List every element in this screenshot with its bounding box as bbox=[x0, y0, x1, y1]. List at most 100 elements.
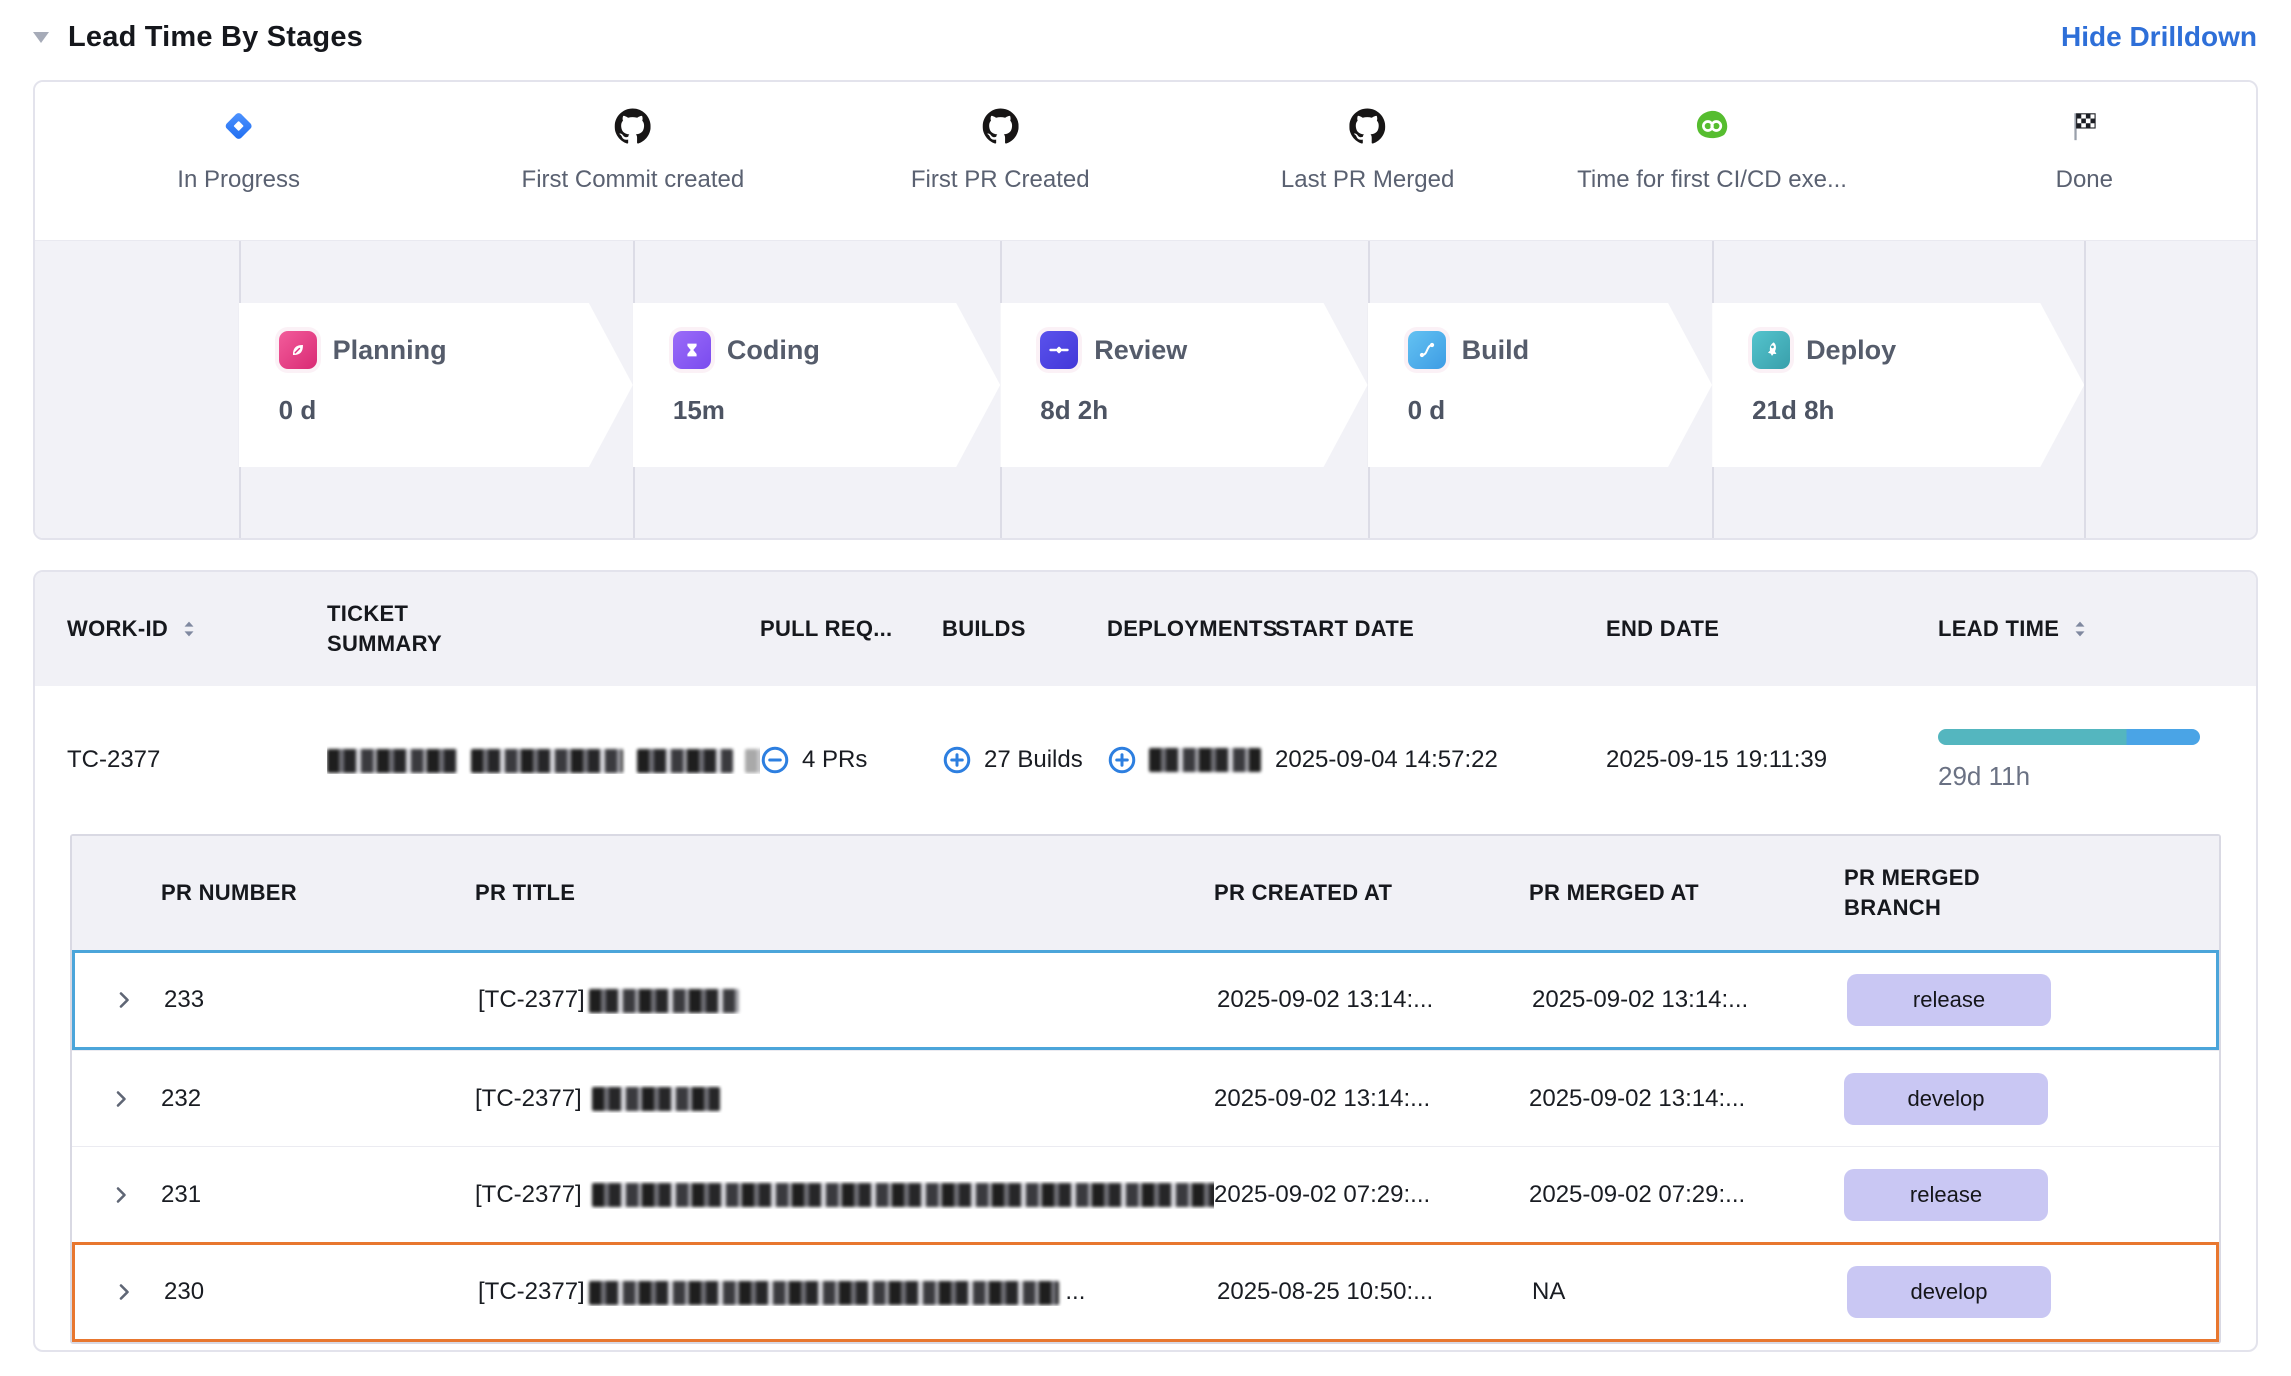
branch-badge: develop bbox=[1847, 1266, 2051, 1318]
stage-duration: 15m bbox=[673, 395, 1000, 426]
col-header-work-id[interactable]: WORK-ID bbox=[67, 616, 327, 642]
col-header-lead-time[interactable]: LEAD TIME bbox=[1938, 616, 2256, 642]
stage-card-deploy: Deploy 21d 8h bbox=[1712, 303, 2084, 467]
col-header-pr-title: PR TITLE bbox=[475, 880, 1214, 906]
pr-row-232[interactable]: 232 [TC-2377] 2025-09-02 13:14:... 2025-… bbox=[72, 1050, 2219, 1146]
expand-circle-icon[interactable] bbox=[1107, 745, 1137, 775]
stage-duration: 8d 2h bbox=[1040, 395, 1367, 426]
end-date-value: 2025-09-15 19:11:39 bbox=[1606, 746, 1938, 774]
milestone-label: Last PR Merged bbox=[1281, 166, 1454, 194]
chevron-right-icon[interactable] bbox=[113, 1281, 135, 1303]
stage-duration: 21d 8h bbox=[1752, 395, 2084, 426]
pr-created-at: 2025-08-25 10:50:... bbox=[1217, 1278, 1532, 1306]
branch-badge: develop bbox=[1844, 1073, 2048, 1125]
col-header-pull-requests: PULL REQ... bbox=[760, 616, 942, 642]
start-date-value: 2025-09-04 14:57:22 bbox=[1275, 746, 1606, 774]
github-icon bbox=[982, 108, 1018, 144]
checkered-flag-icon bbox=[2067, 108, 2101, 144]
pr-title: [TC-2377] ... bbox=[475, 1181, 1214, 1209]
pr-created-at: 2025-09-02 13:14:... bbox=[1214, 1085, 1529, 1113]
pr-row-233[interactable]: 233 [TC-2377] 2025-09-02 13:14:... 2025-… bbox=[72, 950, 2219, 1050]
col-header-pr-merged-at: PR MERGED AT bbox=[1529, 880, 1844, 906]
pr-created-at: 2025-09-02 13:14:... bbox=[1217, 986, 1532, 1014]
pr-number: 232 bbox=[161, 1085, 475, 1113]
stage-name: Build bbox=[1462, 335, 1530, 366]
pr-merged-at: NA bbox=[1532, 1278, 1847, 1306]
stage-duration: 0 d bbox=[279, 395, 633, 426]
stage-card-coding: Coding 15m bbox=[633, 303, 1000, 467]
expand-circle-icon[interactable] bbox=[942, 745, 972, 775]
stage-name: Deploy bbox=[1806, 335, 1896, 366]
cicd-icon bbox=[1694, 108, 1730, 144]
milestone-first-commit: First Commit created bbox=[522, 108, 745, 194]
pr-number: 230 bbox=[164, 1278, 478, 1306]
pr-number: 233 bbox=[164, 986, 478, 1014]
lead-time-bar bbox=[1938, 729, 2200, 745]
github-icon bbox=[615, 108, 651, 144]
milestone-label: First PR Created bbox=[911, 166, 1090, 194]
hourglass-icon bbox=[673, 331, 711, 369]
commit-icon bbox=[1040, 331, 1078, 369]
work-items-table-panel: WORK-ID TICKET SUMMARY PULL REQ... BUILD… bbox=[33, 570, 2258, 1352]
col-header-pr-number: PR NUMBER bbox=[161, 880, 475, 906]
pr-table: PR NUMBER PR TITLE PR CREATED AT PR MERG… bbox=[70, 834, 2221, 1344]
builds-cell[interactable]: 27 Builds bbox=[942, 745, 1107, 775]
col-header-ticket-summary: TICKET SUMMARY bbox=[327, 599, 760, 658]
pr-merged-at: 2025-09-02 13:14:... bbox=[1532, 986, 1847, 1014]
milestone-label: In Progress bbox=[177, 166, 300, 194]
builds-count: 27 Builds bbox=[984, 746, 1083, 774]
pr-row-230[interactable]: 230 [TC-2377] ... 2025-08-25 10:50:... N… bbox=[72, 1242, 2219, 1342]
sort-icon[interactable] bbox=[178, 618, 200, 640]
milestones-row: In Progress First Commit created First P… bbox=[35, 82, 2256, 240]
pr-table-header: PR NUMBER PR TITLE PR CREATED AT PR MERG… bbox=[72, 836, 2219, 950]
stage-duration: 0 d bbox=[1408, 395, 1712, 426]
chevron-right-icon[interactable] bbox=[110, 1088, 132, 1110]
chevron-right-icon[interactable] bbox=[110, 1184, 132, 1206]
milestone-label: First Commit created bbox=[522, 166, 745, 194]
milestone-last-pr-merged: Last PR Merged bbox=[1281, 108, 1454, 194]
planning-icon bbox=[279, 331, 317, 369]
milestone-cicd: Time for first CI/CD exe... bbox=[1577, 108, 1847, 194]
branch-curve-icon bbox=[1408, 331, 1446, 369]
col-header-pr-created-at: PR CREATED AT bbox=[1214, 880, 1529, 906]
lead-time-stages-panel: In Progress First Commit created First P… bbox=[33, 80, 2258, 540]
collapse-circle-icon[interactable] bbox=[760, 745, 790, 775]
stage-name: Planning bbox=[333, 335, 447, 366]
pr-number: 231 bbox=[161, 1181, 475, 1209]
stage-name: Coding bbox=[727, 335, 820, 366]
branch-badge: release bbox=[1847, 974, 2051, 1026]
pr-row-231[interactable]: 231 [TC-2377] ... 2025-09-02 07:29:... 2… bbox=[72, 1146, 2219, 1242]
col-header-pr-merged-branch: PR MERGED BRANCH bbox=[1844, 863, 2219, 922]
hide-drilldown-link[interactable]: Hide Drilldown bbox=[2061, 21, 2257, 53]
stages-band: Planning 0 d Coding 15m Review 8d 2h bbox=[35, 240, 2256, 538]
chevron-right-icon[interactable] bbox=[113, 989, 135, 1011]
pr-created-at: 2025-09-02 07:29:... bbox=[1214, 1181, 1529, 1209]
milestone-label: Time for first CI/CD exe... bbox=[1577, 166, 1847, 194]
deployments-cell[interactable] bbox=[1107, 745, 1275, 775]
work-id-value: TC-2377 bbox=[67, 746, 327, 774]
stage-card-review: Review 8d 2h bbox=[1000, 303, 1367, 467]
pr-merged-at: 2025-09-02 07:29:... bbox=[1529, 1181, 1844, 1209]
pr-title: [TC-2377] bbox=[478, 986, 1217, 1014]
work-item-row[interactable]: TC-2377 4 PRs 27 Builds 2025-09-04 14:57… bbox=[35, 686, 2256, 834]
stage-card-planning: Planning 0 d bbox=[239, 303, 633, 467]
lead-time-value: 29d 11h bbox=[1938, 761, 2216, 792]
stage-divider bbox=[2084, 241, 2086, 538]
milestone-done: Done bbox=[2056, 108, 2113, 194]
col-header-start-date: START DATE bbox=[1275, 616, 1606, 642]
collapse-triangle-icon[interactable] bbox=[30, 26, 52, 48]
branch-badge: release bbox=[1844, 1169, 2048, 1221]
stage-card-build: Build 0 d bbox=[1368, 303, 1712, 467]
ticket-summary-redacted bbox=[327, 746, 760, 774]
milestone-in-progress: In Progress bbox=[177, 108, 300, 194]
github-icon bbox=[1350, 108, 1386, 144]
col-header-deployments: DEPLOYMENTS bbox=[1107, 616, 1275, 642]
milestone-first-pr: First PR Created bbox=[911, 108, 1090, 194]
sort-icon[interactable] bbox=[2069, 618, 2091, 640]
stage-name: Review bbox=[1094, 335, 1187, 366]
page-title: Lead Time By Stages bbox=[68, 21, 363, 54]
milestone-label: Done bbox=[2056, 166, 2113, 194]
pull-requests-cell[interactable]: 4 PRs bbox=[760, 745, 942, 775]
col-header-builds: BUILDS bbox=[942, 616, 1107, 642]
col-header-end-date: END DATE bbox=[1606, 616, 1938, 642]
